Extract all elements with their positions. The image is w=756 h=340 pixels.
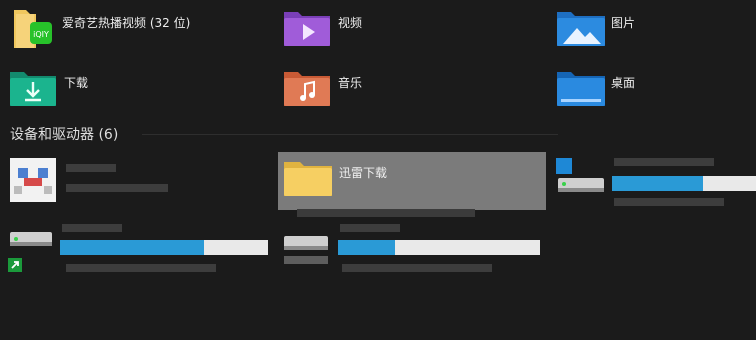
pictures-folder-icon	[557, 12, 605, 46]
device-item[interactable]	[4, 154, 264, 210]
drive-item[interactable]	[6, 224, 270, 282]
folder-pictures[interactable]: 图片	[557, 6, 747, 50]
folder-desktop[interactable]: 桌面	[557, 66, 747, 110]
drive-usage-fill	[612, 176, 703, 191]
drive-label-redacted	[614, 158, 714, 166]
folder-label: 下载	[64, 76, 89, 90]
drag-preview-label: 迅雷下载	[339, 166, 388, 180]
device-info-redacted	[66, 184, 168, 192]
drive-usage-fill	[338, 240, 395, 255]
folder-label: 桌面	[611, 76, 636, 90]
drive-label-redacted	[340, 224, 400, 232]
device-label-redacted	[66, 164, 116, 172]
drive-space-redacted	[614, 198, 724, 206]
desktop-folder-icon	[557, 72, 605, 106]
section-divider	[142, 134, 558, 135]
folder-label: 音乐	[338, 76, 363, 90]
drive-label-redacted	[62, 224, 122, 232]
device-icon	[10, 158, 56, 202]
drive-usage-bar	[338, 240, 540, 255]
drive-item[interactable]	[556, 156, 756, 212]
drive-space-redacted	[342, 264, 492, 272]
drag-preview[interactable]: 迅雷下载	[278, 152, 546, 210]
network-drive-icon	[8, 232, 52, 272]
iqiyi-folder-icon: iQIY	[14, 10, 52, 48]
folder-label: 图片	[611, 16, 636, 30]
folder-downloads[interactable]: 下载	[10, 66, 260, 110]
drive-space-redacted	[66, 264, 216, 272]
downloads-folder-icon	[10, 72, 56, 106]
folder-label: 视频	[338, 16, 363, 30]
music-folder-icon	[284, 72, 330, 106]
svg-text:iQIY: iQIY	[33, 30, 49, 39]
devices-section-title: 设备和驱动器 (6)	[10, 127, 119, 143]
drive-usage-bar	[612, 176, 756, 191]
drag-preview-shadow	[297, 209, 475, 217]
explorer-window: { "folders": [ {"label": "爱奇艺热播视频 (32 位)…	[0, 0, 756, 340]
drive-icon	[556, 158, 604, 192]
drive-usage-bar	[60, 240, 268, 255]
folder-label: 爱奇艺热播视频 (32 位)	[62, 16, 191, 30]
folder-iqiyi-videos[interactable]: iQIY 爱奇艺热播视频 (32 位)	[8, 6, 258, 50]
drive-icon	[284, 236, 328, 264]
video-folder-icon	[284, 12, 330, 46]
drive-item[interactable]	[282, 224, 544, 282]
folder-videos[interactable]: 视频	[284, 6, 534, 50]
drive-usage-fill	[60, 240, 204, 255]
folder-icon	[284, 162, 332, 196]
folder-music[interactable]: 音乐	[284, 66, 534, 110]
